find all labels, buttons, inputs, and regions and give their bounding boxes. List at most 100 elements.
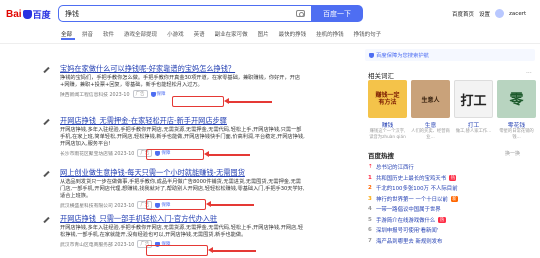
hot-text: 手游简介在线游戏做什么 (376, 217, 436, 224)
search-tabs: 全部 拼音 软件 游戏全部提现 小游戏 英语 副业在家可做 图片 最快的挣钱 挂… (61, 30, 391, 38)
hot-rank: 6 (368, 227, 372, 234)
tab-game[interactable]: 游戏全部提现 (124, 30, 157, 38)
result-source[interactable]: 陕西新闻工程信息科技 2023-10 (60, 91, 130, 98)
hot-rank: 3 (368, 195, 372, 202)
annotation-line (210, 204, 254, 206)
guard-label: 保障 (156, 92, 166, 97)
search-button[interactable]: 百度一下 (311, 5, 363, 22)
annotation-arrow (224, 98, 229, 104)
shield-icon (369, 52, 374, 58)
guarantee-banner[interactable]: 百度保障为您搜索护航 (365, 49, 535, 61)
tab-idle[interactable]: 挂机的挣钱 (316, 30, 344, 38)
result-title[interactable]: 开网店挣钱_无需押金-在家轻松开店-新手开网店步骤 (60, 116, 305, 125)
paw-icon (22, 9, 32, 19)
card-image-text: 打工 (460, 93, 487, 109)
header: Bai 百度 挣钱 百度一下 百度首页 设置 zacert (0, 0, 540, 28)
card-sub: 做工,替人家工作... (455, 129, 492, 134)
card-label: 零花钱 (507, 123, 526, 129)
settings-link[interactable]: 设置 (479, 10, 490, 18)
result-source[interactable]: 武汉市青山区电商服务部 2023-10 (60, 241, 134, 248)
related-cards: 赚钱一定有方法 赚钱 赚钱这个一个汉字,读音为zhuàn qián 生意人 生意… (368, 80, 536, 140)
result-desc: 开网店挣钱,多年入驻经验,手把手教你开网店,无需货源,无需押金,无需代码,轻松上… (60, 225, 304, 238)
more-icon[interactable]: ··· (526, 70, 532, 77)
pen-icon (42, 66, 49, 73)
tab-software[interactable]: 软件 (103, 30, 114, 38)
tab-sentences[interactable]: 挣钱的句子 (354, 30, 382, 38)
hot-text: 深圳申报号可使用'看新闻' (376, 228, 439, 235)
hot-text: 总书记的江西行 (376, 165, 414, 172)
camera-icon[interactable] (296, 10, 305, 17)
card-image-text: 赚钱一定有方法 (375, 92, 400, 106)
tab-all[interactable]: 全部 (61, 30, 72, 38)
result-source[interactable]: 长沙市雨花区聚宝坊店铺 2023-10 (60, 150, 134, 157)
tab-images[interactable]: 图片 (258, 30, 269, 38)
tab-pinyin[interactable]: 拼音 (82, 30, 93, 38)
hot-item[interactable]: 4 一带一路倡议中国属于世界 (368, 204, 538, 215)
related-card[interactable]: 生意人 生意 人们的买卖、经营商业... (411, 80, 450, 140)
tab-fastest[interactable]: 最快的挣钱 (279, 30, 307, 38)
ad-tag: 广告 (132, 90, 148, 98)
hot-badge: 新 (450, 195, 459, 202)
search-input[interactable]: 挣钱 (58, 5, 312, 22)
annotation-box (146, 199, 206, 210)
shield-icon (150, 91, 156, 97)
hot-search-list: ⇡ 总书记的江西行 1 共和国历史上最长的宝鸡天书热 2 千北的100多张100万 不… (368, 162, 538, 246)
hot-badge: 热 (449, 174, 457, 181)
card-image-text: 零 (509, 92, 524, 108)
related-card[interactable]: 零 零花钱 零星的日常花销的钱... (497, 80, 536, 140)
card-label: 打工 (467, 123, 480, 129)
card-image-text: 生意人 (421, 96, 440, 104)
username[interactable]: zacert (509, 11, 526, 17)
hot-item[interactable]: ⇡ 总书记的江西行 (368, 162, 538, 173)
annotation-line (228, 101, 272, 103)
annotation-arrow (206, 201, 211, 207)
hot-text: 一带一路倡议中国属于世界 (376, 207, 441, 214)
avatar[interactable] (495, 9, 505, 18)
hot-text: 海产品到哪里去 新规则发布 (376, 238, 443, 245)
tab-english[interactable]: 英语 (194, 30, 205, 38)
related-card[interactable]: 打工 打工 做工,替人家工作... (454, 80, 493, 140)
tab-side-job[interactable]: 副业在家可做 (215, 30, 248, 38)
logo-text-bai: Bai (6, 8, 22, 20)
baidu-logo[interactable]: Bai 百度 (6, 8, 51, 21)
card-label: 生意 (424, 123, 437, 129)
refresh-button[interactable]: 换一换 (505, 150, 520, 157)
card-sub: 赚钱这个一个汉字,读音为zhuàn qián (369, 129, 406, 140)
related-card[interactable]: 赚钱一定有方法 赚钱 赚钱这个一个汉字,读音为zhuàn qián (368, 80, 407, 140)
hot-rank: 4 (368, 206, 372, 213)
hot-text: 神行的世界第一 一个十日以前 (376, 196, 448, 203)
home-link[interactable]: 百度首页 (452, 10, 474, 18)
hot-rank: 1 (368, 174, 372, 181)
tab-mini-game[interactable]: 小游戏 (167, 30, 184, 38)
annotation-arrow (208, 247, 213, 253)
result-title[interactable]: 宝妈在家做什么可以挣钱呢-好家靠谱的宝妈怎么挣钱？ (60, 64, 305, 73)
divider (0, 43, 540, 44)
hot-item[interactable]: 1 共和国历史上最长的宝鸡天书热 (368, 173, 538, 184)
search-query: 挣钱 (65, 10, 79, 18)
guarantee-text: 百度保障为您搜索护航 (376, 53, 429, 59)
result-item: 宝妈在家做什么可以挣钱呢-好家靠谱的宝妈怎么挣钱？ 挣钱的宝妈们，手把手教你怎么… (60, 64, 305, 98)
pen-icon (42, 216, 49, 223)
result-item: 开网店挣钱_只需一部手机轻松入门-官方代办入驻 开网店挣钱,多年入驻经验,手把手… (60, 214, 305, 248)
result-desc: 从选品到发货只一步在做做事,手把手教你,成品半月做广告8000件铺货,无需进货,… (60, 179, 305, 199)
card-image: 零 (497, 80, 536, 118)
top-links: 百度首页 设置 zacert (452, 9, 526, 18)
pin-icon: ⇡ (368, 164, 373, 171)
hot-item[interactable]: 2 千北的100多张100万 不人际目前 (368, 183, 538, 194)
hot-rank: 7 (368, 237, 372, 244)
result-source[interactable]: 武汉横盛星科技有限公司 2023-10 (60, 202, 134, 209)
card-image: 生意人 (411, 80, 450, 118)
annotation-line (212, 250, 256, 252)
hot-rank: 5 (368, 216, 372, 223)
hot-item[interactable]: 5 手游简介在线游戏做什么热 (368, 215, 538, 226)
related-title: 相关词汇 (368, 72, 394, 80)
active-tab-indicator (61, 38, 75, 40)
card-image: 赚钱一定有方法 (368, 80, 407, 118)
hot-item[interactable]: 3 神行的世界第一 一个十日以前新 (368, 194, 538, 205)
guarantee-badge[interactable]: 保障 (150, 91, 166, 97)
result-title[interactable]: 开网店挣钱_只需一部手机轻松入门-官方代办入驻 (60, 214, 305, 223)
result-title[interactable]: 网上创业做生意挣钱-每天只需一个小时就能赚钱-无需囤货 (60, 168, 305, 177)
annotation-box (172, 96, 224, 107)
hot-item[interactable]: 7 海产品到哪里去 新规则发布 (368, 236, 538, 247)
hot-item[interactable]: 6 深圳申报号可使用'看新闻' (368, 225, 538, 236)
